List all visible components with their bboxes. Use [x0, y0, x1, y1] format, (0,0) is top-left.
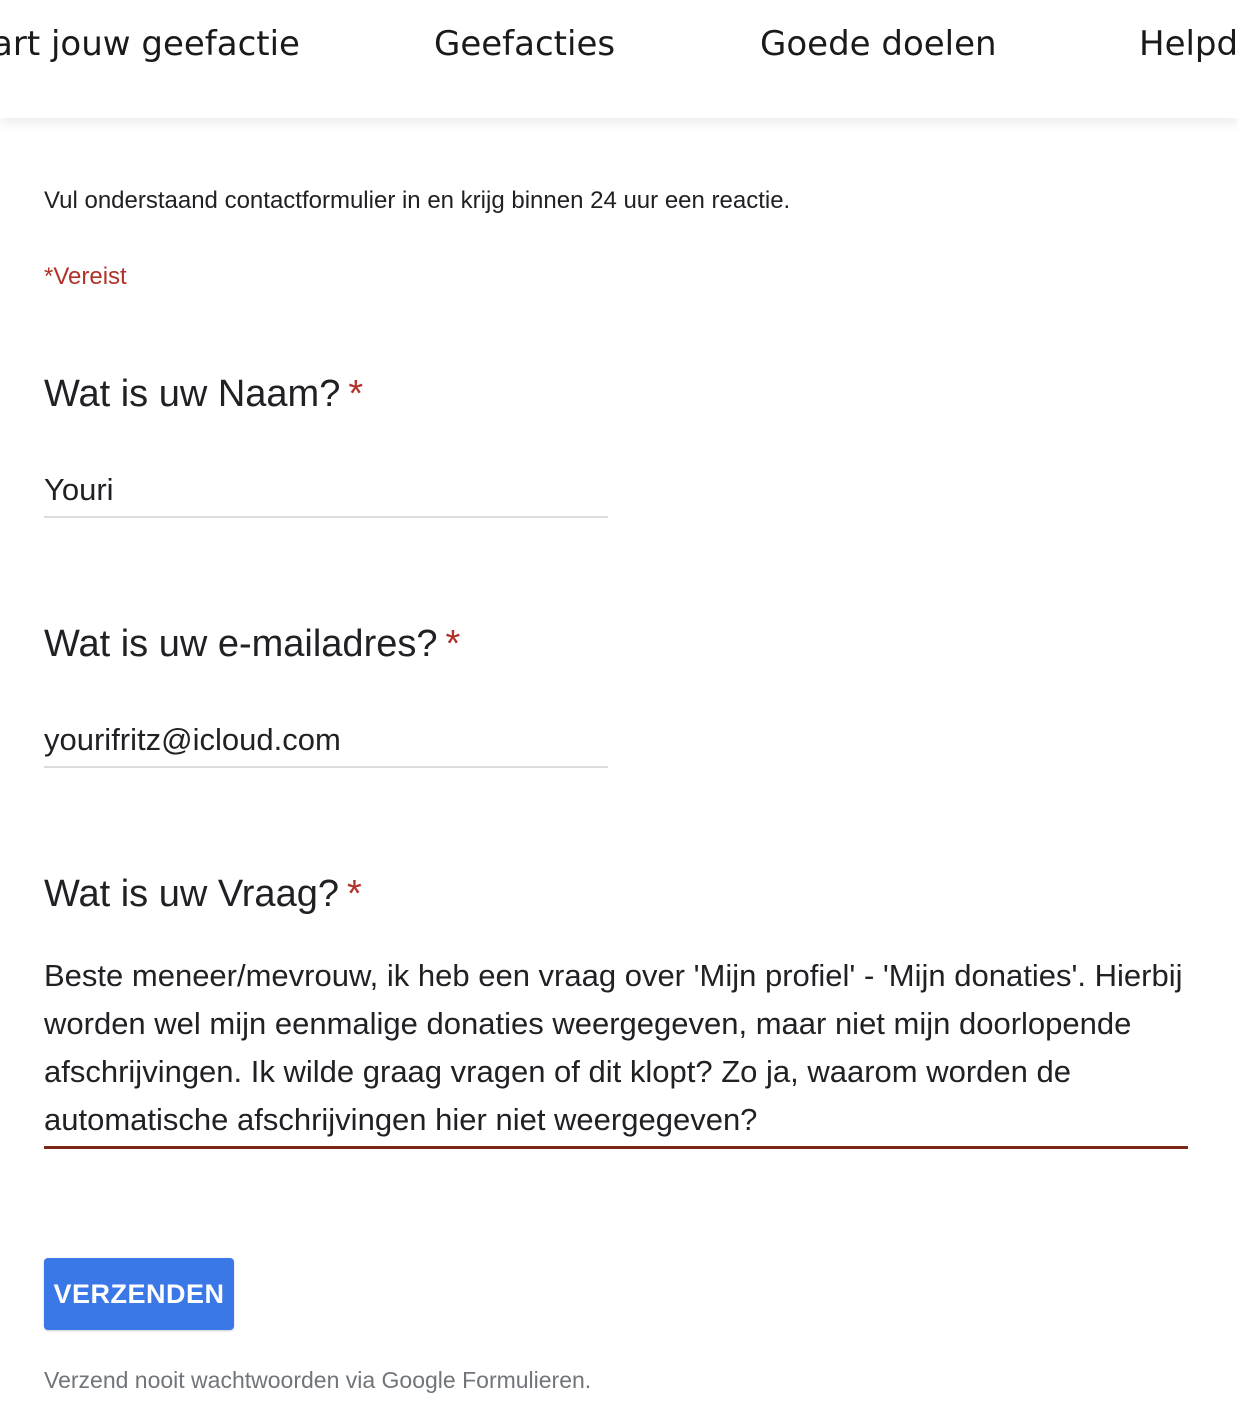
password-warning: Verzend nooit wachtwoorden via Google Fo…: [44, 1367, 592, 1393]
required-asterisk: *: [346, 873, 362, 915]
email-input[interactable]: yourifritz@icloud.com: [44, 720, 608, 768]
question-name-label: Wat is uw Naam? *: [44, 371, 363, 417]
question-textarea[interactable]: Beste meneer/mevrouw, ik heb een vraag o…: [44, 952, 1188, 1149]
question-label: Wat is uw Naam?: [44, 373, 341, 415]
nav-link-goede-doelen[interactable]: Goede doelen: [760, 24, 997, 64]
required-asterisk: *: [445, 623, 461, 665]
question-label: Wat is uw e-mailadres?: [44, 623, 438, 665]
nav-link-start-geefactie[interactable]: art jouw geefactie: [0, 24, 300, 64]
question-label: Wat is uw Vraag?: [44, 873, 339, 915]
question-vraag-label: Wat is uw Vraag? *: [44, 871, 362, 917]
top-navigation: art jouw geefactie Geefacties Goede doel…: [0, 0, 1238, 118]
required-asterisk: *: [348, 373, 364, 415]
question-email-label: Wat is uw e-mailadres? *: [44, 621, 460, 667]
required-note: *Vereist: [44, 263, 127, 290]
form-description: Vul onderstaand contactformulier in en k…: [44, 187, 791, 214]
nav-link-helpdesk[interactable]: Helpde: [1139, 24, 1238, 64]
submit-button[interactable]: VERZENDEN: [44, 1258, 234, 1330]
nav-link-geefacties[interactable]: Geefacties: [434, 24, 615, 64]
name-input[interactable]: Youri: [44, 470, 608, 518]
page: art jouw geefactie Geefacties Goede doel…: [0, 0, 1238, 1426]
